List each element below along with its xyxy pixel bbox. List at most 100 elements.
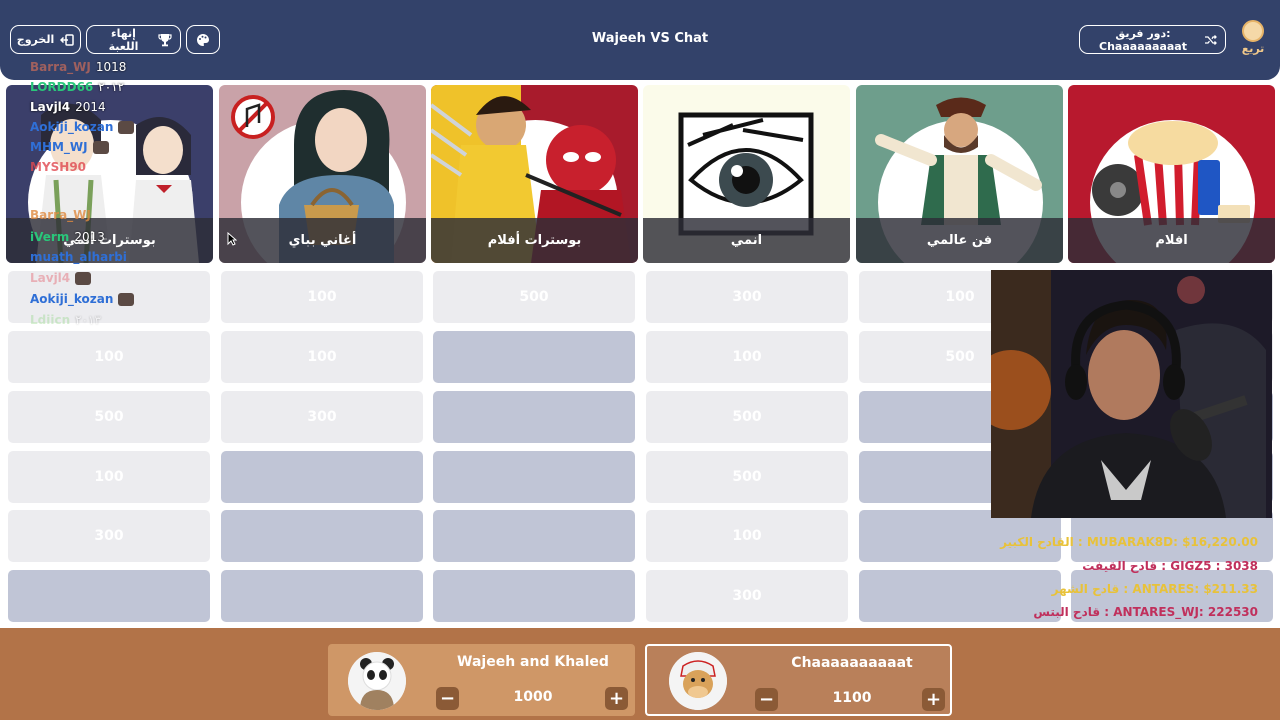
chat-user: Barra_WJ xyxy=(30,208,91,222)
grid-cell-used xyxy=(221,510,423,562)
emote-icon xyxy=(75,271,92,285)
chat-message: muath_alharbi xyxy=(30,250,127,264)
chat-message: LORDD66 ٢٠١٢ xyxy=(30,80,124,94)
grid-cell-used xyxy=(221,451,423,503)
grid-cell-used xyxy=(433,510,635,562)
logo: تريع xyxy=(1238,20,1268,60)
game-title: Wajeeh VS Chat xyxy=(591,31,709,46)
minus-icon: − xyxy=(758,688,775,710)
logo-text: تريع xyxy=(1241,42,1265,55)
turn-label: دور فريق: Chaaaaaaaaat xyxy=(1099,26,1187,53)
camel-avatar-icon xyxy=(669,652,727,710)
increase-score-button[interactable]: + xyxy=(922,688,945,711)
team-card-wajeeh: Wajeeh and Khaled − 1000 + xyxy=(328,644,635,716)
grid-cell[interactable]: 300 xyxy=(646,570,848,622)
chat-message: Ldiicn ٢٠١٣ xyxy=(30,313,101,327)
chat-message: MHM_WJ xyxy=(30,140,109,154)
end-game-label: إنهاء اللعبة xyxy=(108,26,139,53)
category-label: افلام xyxy=(1068,218,1275,263)
chat-user: Ldiicn xyxy=(30,313,71,327)
team-card-chat: Chaaaaaaaaaat − 1100 + xyxy=(645,644,952,716)
grid-cell[interactable]: 100 xyxy=(8,331,210,383)
grid-cell[interactable]: 100 xyxy=(646,331,848,383)
chat-message: Aokiji_kozan xyxy=(30,292,135,306)
chat-user: Aokiji_kozan xyxy=(30,120,114,134)
panda-avatar-icon xyxy=(348,652,406,710)
grid-cell-used xyxy=(433,570,635,622)
exit-icon xyxy=(60,33,74,46)
palette-icon xyxy=(197,33,209,46)
chat-message: Barra_WJ 1018 xyxy=(30,60,126,74)
category-label: انمي xyxy=(643,218,850,263)
scoreboard-bar: Wajeeh and Khaled − 1000 + Chaaaaaaaaaat… xyxy=(0,628,1280,720)
stat-line: قادح البتس : ANTARES_WJ: 222530 xyxy=(1033,605,1258,619)
chat-message: iVerm 2013 xyxy=(30,230,105,244)
chat-user: Aokiji_kozan xyxy=(30,292,114,306)
exit-label: الخروج xyxy=(16,33,55,46)
theme-button[interactable] xyxy=(186,25,220,54)
team-score: 1100 xyxy=(832,690,872,706)
stat-line: قادح القيفت : GIGZ5 : 3038 xyxy=(1082,559,1258,573)
grid-cell[interactable]: 300 xyxy=(221,391,423,443)
category-label: بوسترات أفلام xyxy=(431,218,638,263)
end-game-button[interactable]: إنهاء اللعبة xyxy=(86,25,181,54)
grid-cell[interactable]: 500 xyxy=(646,451,848,503)
chat-message: Aokiji_kozan xyxy=(30,120,135,134)
chat-message: Lavjl4 xyxy=(30,271,92,285)
decrease-score-button[interactable]: − xyxy=(436,687,459,710)
mouse-cursor-icon xyxy=(227,232,237,246)
turn-indicator-button[interactable]: دور فريق: Chaaaaaaaaat xyxy=(1079,25,1226,54)
trophy-icon xyxy=(158,33,172,46)
chat-user: Barra_WJ xyxy=(30,60,91,74)
top-bar: الخروج إنهاء اللعبة Wajeeh VS Chat دور ف… xyxy=(0,0,1280,80)
chat-text: 2014 xyxy=(75,100,106,114)
chat-user: muath_alharbi xyxy=(30,250,127,264)
chat-message: Barra_WJ xyxy=(30,208,91,222)
chat-user: LORDD66 xyxy=(30,80,94,94)
emote-icon xyxy=(92,140,109,154)
category-label: فن عالمي xyxy=(856,218,1063,263)
category-card-baby-songs[interactable]: أغاني بباي xyxy=(219,85,426,263)
chat-text: 1018 xyxy=(95,60,127,74)
chat-user: Lavjl4 xyxy=(30,100,71,114)
decrease-score-button[interactable]: − xyxy=(755,688,778,711)
category-card-world-art[interactable]: فن عالمي xyxy=(856,85,1063,263)
shuffle-icon xyxy=(1205,34,1217,45)
grid-cell[interactable]: 500 xyxy=(8,391,210,443)
team-name: Chaaaaaaaaaat xyxy=(791,655,913,671)
logo-face-icon xyxy=(1242,20,1264,42)
grid-cell[interactable]: 100 xyxy=(221,331,423,383)
category-card-anime[interactable]: انمي xyxy=(643,85,850,263)
grid-cell[interactable]: 100 xyxy=(8,451,210,503)
category-card-movie-posters[interactable]: بوسترات أفلام xyxy=(431,85,638,263)
chat-user: iVerm xyxy=(30,230,70,244)
category-label: أغاني بباي xyxy=(219,218,426,263)
grid-cell-used xyxy=(859,570,1061,622)
avatar xyxy=(348,652,406,710)
grid-cell-used xyxy=(433,331,635,383)
exit-button[interactable]: الخروج xyxy=(10,25,81,54)
chat-user: Lavjl4 xyxy=(30,271,71,285)
chat-text: ٢٠١٢ xyxy=(98,80,125,94)
plus-icon: + xyxy=(925,688,942,710)
category-card-movies[interactable]: افلام xyxy=(1068,85,1275,263)
grid-cell-used xyxy=(221,570,423,622)
grid-cell[interactable]: 100 xyxy=(221,271,423,323)
stat-line: القادح الكبير : MUBARAK8D: $16,220.00 xyxy=(1000,535,1258,549)
emote-icon xyxy=(118,120,135,134)
grid-cell[interactable]: 300 xyxy=(8,510,210,562)
grid-cell[interactable]: 300 xyxy=(646,271,848,323)
streamer-video-icon xyxy=(991,270,1272,518)
grid-cell[interactable]: 500 xyxy=(646,391,848,443)
team-score: 1000 xyxy=(513,689,553,705)
increase-score-button[interactable]: + xyxy=(605,687,628,710)
stat-line: قادح الشهر : ANTARES: $211.33 xyxy=(1051,582,1258,596)
grid-cell[interactable]: 100 xyxy=(646,510,848,562)
avatar xyxy=(669,652,727,710)
grid-cell-used xyxy=(8,570,210,622)
chat-user: MYSH90 xyxy=(30,160,87,174)
grid-cell-used xyxy=(433,451,635,503)
chat-text: ٢٠١٣ xyxy=(75,313,101,327)
grid-cell[interactable]: 500 xyxy=(433,271,635,323)
minus-icon: − xyxy=(439,687,456,709)
